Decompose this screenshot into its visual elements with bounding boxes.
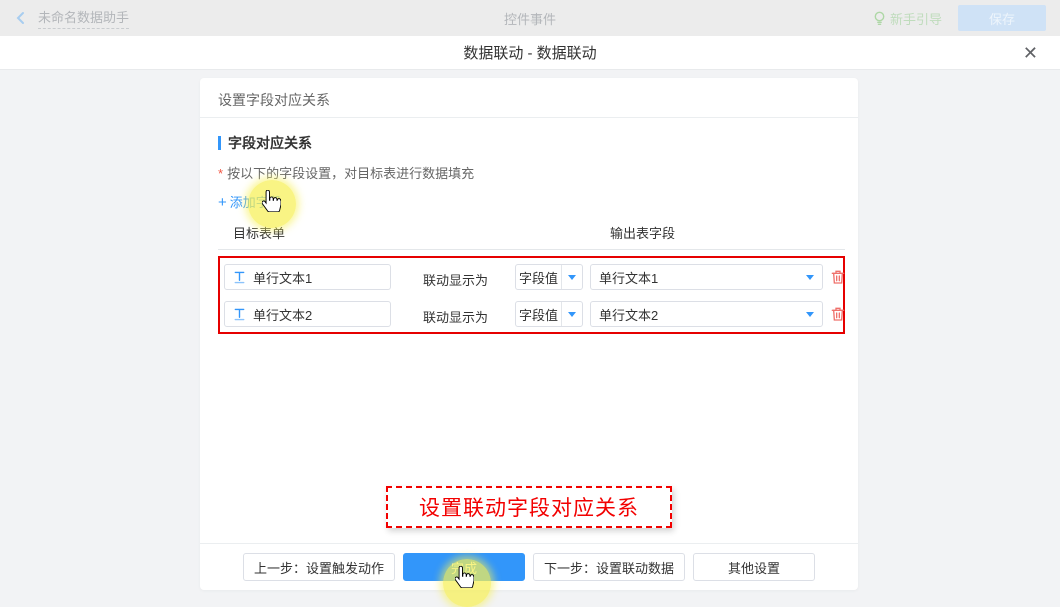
section-accent-bar [218,136,221,150]
annotation-text: 设置联动字段对应关系 [419,492,639,522]
modal-titlebar: 数据联动 - 数据联动 ✕ [0,36,1060,70]
delete-row-icon[interactable] [830,306,846,322]
caret-down-icon [561,265,582,289]
document-title[interactable]: 未命名数据助手 [38,7,129,29]
beginner-guide-label: 新手引导 [890,9,942,28]
column-headers: 目标表单 输出表字段 [218,223,845,241]
field-mapping-panel: 设置字段对应关系 字段对应关系 * 按以下的字段设置，对目标表进行数据填充 +添加… [200,78,858,590]
finish-button[interactable]: 完成 [403,553,525,581]
tip-line: * 按以下的字段设置，对目标表进行数据填充 [218,163,845,182]
target-field-input[interactable] [224,301,391,327]
caret-down-icon [806,312,814,317]
other-settings-button[interactable]: 其他设置 [693,553,815,581]
target-field-value[interactable] [253,270,373,285]
relation-label: 联动显示为 [423,270,488,289]
caret-down-icon [806,275,814,280]
bulb-icon [873,11,886,26]
close-icon[interactable]: ✕ [1023,41,1038,65]
text-field-icon [233,271,246,284]
text-field-icon [233,308,246,321]
value-type-select[interactable]: 字段值 [515,264,583,290]
column-header-output-field: 输出表字段 [610,223,675,242]
back-chevron-icon[interactable] [14,11,28,25]
output-field-select[interactable]: 单行文本1 [590,264,823,290]
panel-header: 设置字段对应关系 [200,78,858,118]
add-field-label: 添加字段 [230,195,282,210]
mapping-row: 联动显示为 字段值 单行文本1 [223,258,840,295]
delete-row-icon[interactable] [830,269,846,285]
top-bar: 未命名数据助手 控件事件 新手引导 保存 [0,0,1060,36]
tip-text: 按以下的字段设置，对目标表进行数据填充 [227,166,474,181]
save-button[interactable]: 保存 [958,5,1046,31]
caret-down-icon [561,302,582,326]
beginner-guide-link[interactable]: 新手引导 [873,9,942,28]
mapping-row: 联动显示为 字段值 单行文本2 [223,295,840,332]
header-divider [218,249,845,250]
target-field-value[interactable] [253,307,373,322]
plus-icon: + [218,194,227,211]
target-field-input[interactable] [224,264,391,290]
column-header-target-form: 目标表单 [233,223,285,242]
annotation-callout: 设置联动字段对应关系 [386,486,672,528]
value-type-select[interactable]: 字段值 [515,301,583,327]
output-field-select[interactable]: 单行文本2 [590,301,823,327]
mapping-rows-highlight-box: 联动显示为 字段值 单行文本1 联动显示为 字段值 [218,256,845,334]
footer-button-bar: 上一步：设置触发动作 完成 下一步：设置联动数据 其他设置 [200,543,858,590]
add-field-button[interactable]: +添加字段 [218,192,282,211]
modal-title: 数据联动 - 数据联动 [463,42,596,63]
prev-step-button[interactable]: 上一步：设置触发动作 [243,553,395,581]
required-asterisk: * [218,166,223,181]
next-step-button[interactable]: 下一步：设置联动数据 [533,553,685,581]
relation-label: 联动显示为 [423,307,488,326]
section-title: 字段对应关系 [228,133,312,153]
